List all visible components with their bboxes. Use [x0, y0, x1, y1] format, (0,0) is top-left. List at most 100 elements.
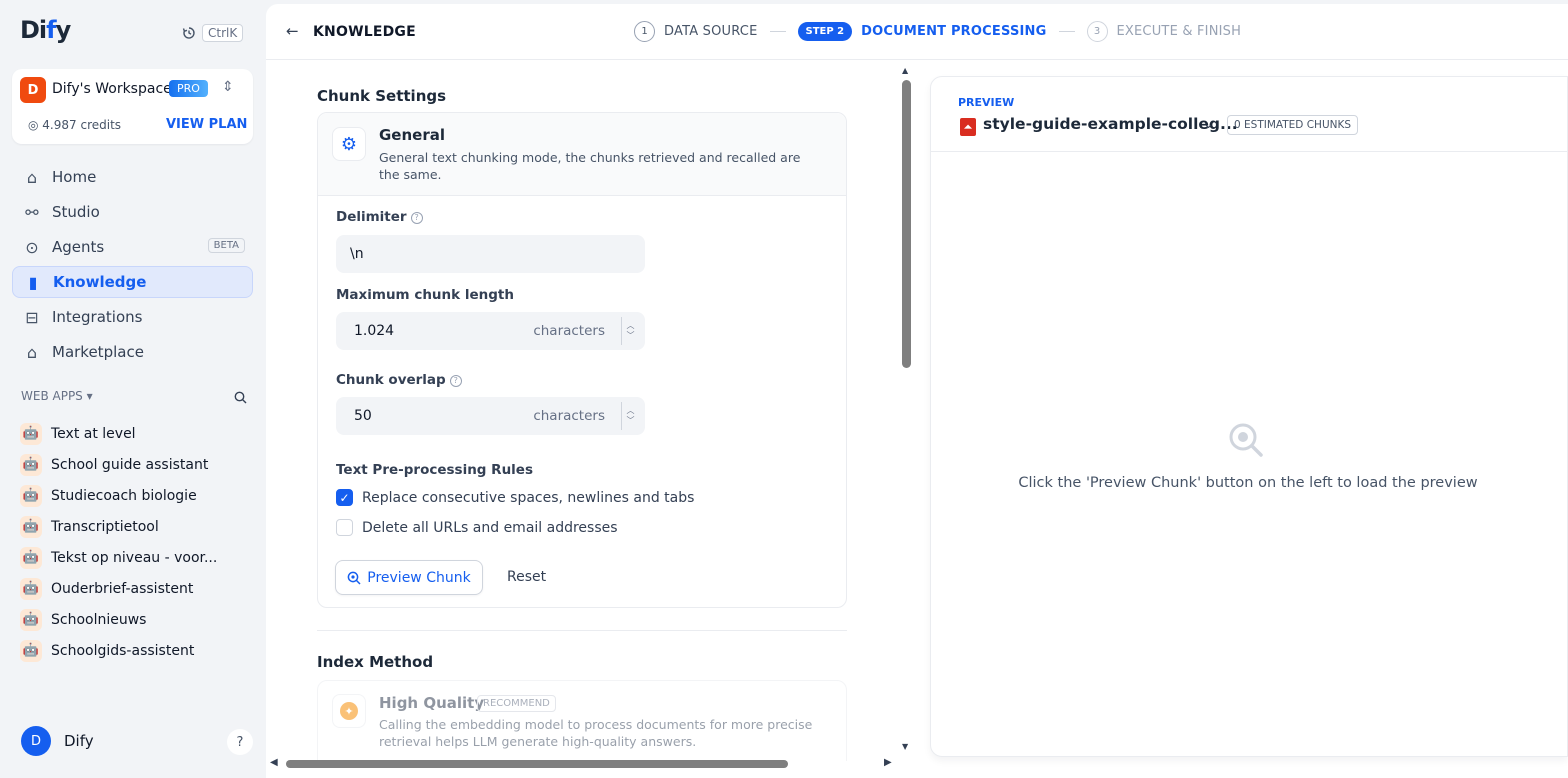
help-button[interactable]: ? — [227, 729, 253, 755]
high-quality-option[interactable]: ✦ High Quality RECOMMEND Calling the emb… — [317, 680, 847, 761]
search-shortcut[interactable]: CtrlK — [182, 24, 244, 42]
nav-knowledge[interactable]: ▮ Knowledge — [12, 266, 253, 298]
rule-replace-spaces[interactable]: ✓ Replace consecutive spaces, newlines a… — [336, 489, 694, 506]
app-item[interactable]: 🤖 School guide assistant — [20, 449, 252, 480]
scrollbar-thumb[interactable] — [902, 80, 911, 368]
robot-icon: 🤖 — [20, 453, 42, 476]
help-circle-icon[interactable]: ? — [449, 375, 462, 387]
search-preview-icon — [347, 571, 361, 585]
robot-icon: 🤖 — [20, 577, 42, 600]
page-title: KNOWLEDGE — [313, 24, 416, 40]
index-method-desc: Calling the embedding model to process d… — [379, 717, 813, 749]
app-item[interactable]: 🤖 Transcriptietool — [20, 511, 252, 542]
step-1-label: DATA SOURCE — [664, 24, 758, 39]
high-quality-icon: ✦ — [332, 694, 366, 728]
preprocessing-rules-label: Text Pre-processing Rules — [336, 462, 533, 478]
step-3-label: EXECUTE & FINISH — [1116, 24, 1242, 39]
stepper-up-icon[interactable]: ︿ — [627, 321, 635, 331]
stepper-down-icon[interactable]: ﹀ — [627, 331, 635, 341]
delimiter-input[interactable]: \n — [336, 235, 645, 273]
web-apps-toggle[interactable]: WEB APPS ▾ — [21, 389, 93, 404]
web-apps-list: 🤖 Text at level 🤖 School guide assistant 🤖… — [20, 418, 252, 666]
dify-logo[interactable]: Dify — [20, 16, 71, 44]
preview-pane: PREVIEW ⏶ style-guide-example-colleg... … — [930, 76, 1568, 757]
chunk-mode-header[interactable]: ⚙ General General text chunking mode, th… — [318, 113, 846, 196]
stepper-up-icon[interactable]: ︿ — [627, 406, 635, 416]
reset-button[interactable]: Reset — [507, 569, 546, 585]
max-chunk-length-input[interactable]: 1.024 characters ︿ ﹀ — [336, 312, 645, 350]
general-chunk-card: ⚙ General General text chunking mode, th… — [317, 112, 847, 608]
search-icon[interactable] — [234, 391, 247, 404]
agents-icon: ⊙ — [25, 237, 39, 257]
step-2-pill: STEP 2 — [797, 22, 853, 41]
robot-icon: 🤖 — [20, 608, 42, 631]
nav-agents[interactable]: ⊙ Agents BETA — [12, 231, 253, 263]
estimated-chunks-badge: 0 ESTIMATED CHUNKS — [1227, 115, 1359, 135]
chevron-down-icon[interactable]: ⌄ — [1203, 117, 1214, 132]
step-indicator: 1 DATA SOURCE STEP 2 DOCUMENT PROCESSING… — [634, 21, 1241, 42]
checkbox-unchecked[interactable] — [336, 519, 353, 536]
rule-delete-urls[interactable]: Delete all URLs and email addresses — [336, 519, 618, 536]
max-chunk-length-label: Maximum chunk length — [336, 287, 514, 303]
studio-icon: ⚯ — [25, 202, 39, 222]
number-stepper[interactable]: ︿ ﹀ — [621, 317, 639, 345]
app-item[interactable]: 🤖 Tekst op niveau - voor... — [20, 542, 252, 573]
scroll-up-arrow-icon[interactable]: ▲ — [902, 66, 908, 75]
unit-label: characters — [533, 323, 605, 339]
scroll-left-arrow-icon[interactable]: ◀ — [270, 757, 278, 768]
history-icon — [182, 27, 195, 39]
app-item[interactable]: 🤖 Ouderbrief-assistent — [20, 573, 252, 604]
scrollbar-thumb[interactable] — [286, 760, 788, 768]
view-plan-link[interactable]: VIEW PLAN — [166, 117, 247, 132]
credits-icon: ◎ — [28, 118, 43, 132]
workspace-name[interactable]: Dify's Workspace — [52, 81, 172, 97]
horizontal-scrollbar[interactable]: ◀ ▶ — [270, 757, 895, 771]
scroll-right-arrow-icon[interactable]: ▶ — [884, 757, 892, 768]
vertical-scrollbar[interactable]: ▲ ▼ — [900, 66, 913, 751]
robot-icon: 🤖 — [20, 546, 42, 569]
robot-icon: 🤖 — [20, 422, 42, 445]
gear-icon: ⚙ — [332, 127, 366, 161]
nav-marketplace[interactable]: ⌂ Marketplace — [12, 336, 253, 368]
nav-home[interactable]: ⌂ Home — [12, 161, 253, 193]
web-apps-header: WEB APPS ▾ — [21, 389, 247, 404]
chunk-overlap-input[interactable]: 50 characters ︿ ﹀ — [336, 397, 645, 435]
caret-down-icon: ▾ — [86, 389, 93, 403]
step-separator — [769, 31, 786, 32]
help-circle-icon[interactable]: ? — [410, 212, 423, 224]
chunk-mode-name: General — [379, 126, 445, 144]
index-method-name: High Quality — [379, 694, 485, 712]
step-separator — [1058, 31, 1075, 32]
section-divider — [317, 630, 847, 631]
user-avatar[interactable]: D — [21, 726, 51, 756]
checkbox-checked[interactable]: ✓ — [336, 489, 353, 506]
app-item[interactable]: 🤖 Studiecoach biologie — [20, 480, 252, 511]
empty-search-icon — [1229, 423, 1263, 457]
robot-icon: 🤖 — [20, 515, 42, 538]
app-item[interactable]: 🤖 Schoolnieuws — [20, 604, 252, 635]
preview-chunk-button[interactable]: Preview Chunk — [335, 560, 483, 595]
marketplace-icon: ⌂ — [26, 342, 38, 362]
sidebar: Dify CtrlK D Dify's Workspace PRO ⇕ ◎ 4.… — [0, 0, 266, 778]
recommend-badge: RECOMMEND — [477, 695, 556, 712]
number-stepper[interactable]: ︿ ﹀ — [621, 402, 639, 430]
app-item[interactable]: 🤖 Schoolgids-assistent — [20, 635, 252, 666]
preview-tag: PREVIEW — [958, 96, 1015, 109]
robot-icon: 🤖 — [20, 484, 42, 507]
plan-badge: PRO — [169, 80, 208, 97]
preview-header: PREVIEW ⏶ style-guide-example-colleg... … — [931, 77, 1567, 152]
settings-pane: Chunk Settings ⚙ General General text ch… — [266, 61, 911, 761]
credits-text: ◎ 4.987 credits — [28, 118, 122, 132]
nav-studio[interactable]: ⚯ Studio — [12, 196, 253, 228]
scroll-down-arrow-icon[interactable]: ▼ — [902, 742, 908, 751]
nav-integrations[interactable]: ⊟ Integrations — [12, 301, 253, 333]
beta-badge: BETA — [207, 238, 245, 253]
workspace-card: D Dify's Workspace PRO ⇕ ◎ 4.987 credits… — [12, 69, 253, 144]
document-selector[interactable]: style-guide-example-colleg... — [983, 115, 1238, 133]
user-name[interactable]: Dify — [64, 732, 94, 750]
knowledge-icon: ▮ — [28, 272, 38, 292]
app-item[interactable]: 🤖 Text at level — [20, 418, 252, 449]
workspace-switch-icon[interactable]: ⇕ — [222, 79, 234, 95]
back-arrow-icon[interactable]: ← — [286, 22, 299, 40]
stepper-down-icon[interactable]: ﹀ — [627, 416, 635, 426]
